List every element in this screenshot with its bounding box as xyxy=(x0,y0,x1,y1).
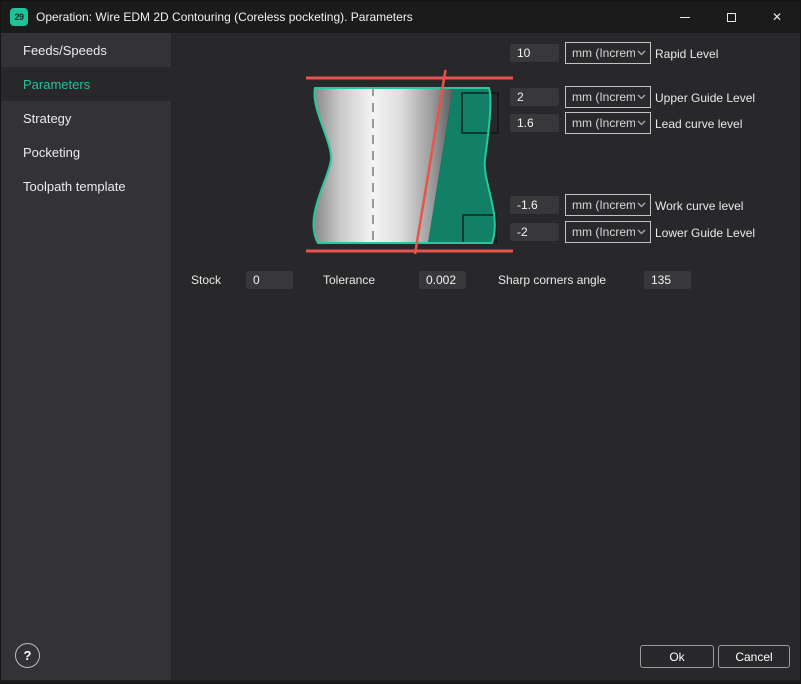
lead-curve-level-value-input[interactable] xyxy=(510,114,559,132)
work-curve-level-label: Work curve level xyxy=(655,199,743,213)
work-curve-level-unit-select[interactable]: mm (Increm xyxy=(565,194,651,216)
close-icon: ✕ xyxy=(772,10,782,24)
rapid-level-label: Rapid Level xyxy=(655,47,718,61)
lower-guide-level-unit-select[interactable]: mm (Increm xyxy=(565,221,651,243)
lower-guide-level-label: Lower Guide Level xyxy=(655,226,755,240)
lead-curve-level-unit-select[interactable]: mm (Increm xyxy=(565,112,651,134)
chevron-down-icon xyxy=(637,229,646,235)
sharp-corners-angle-input[interactable] xyxy=(644,271,691,289)
upper-guide-level-unit-select[interactable]: mm (Increm xyxy=(565,86,651,108)
chevron-down-icon xyxy=(637,94,646,100)
app-logo-icon: 29 xyxy=(10,8,28,26)
window-bottom-border xyxy=(1,680,800,684)
rapid-level-value-input[interactable] xyxy=(510,44,559,62)
stock-label: Stock xyxy=(191,273,221,287)
window-title: Operation: Wire EDM 2D Contouring (Corel… xyxy=(36,10,413,24)
operation-parameters-dialog: 29 Operation: Wire EDM 2D Contouring (Co… xyxy=(0,0,801,684)
maximize-icon xyxy=(727,13,736,22)
maximize-button[interactable] xyxy=(708,1,754,33)
rapid-level-unit-value: mm (Increm xyxy=(572,46,635,60)
sidebar-item-parameters[interactable]: Parameters xyxy=(1,67,171,101)
lead-curve-level-unit-value: mm (Increm xyxy=(572,116,635,130)
part-diagram xyxy=(296,61,521,261)
title-bar: 29 Operation: Wire EDM 2D Contouring (Co… xyxy=(1,1,800,33)
sidebar: Feeds/Speeds Parameters Strategy Pocketi… xyxy=(1,33,171,680)
tolerance-label: Tolerance xyxy=(323,273,375,287)
sidebar-item-strategy[interactable]: Strategy xyxy=(1,101,171,135)
minimize-button[interactable] xyxy=(662,1,708,33)
close-button[interactable]: ✕ xyxy=(754,1,800,33)
help-button[interactable]: ? xyxy=(15,643,40,668)
rapid-level-unit-select[interactable]: mm (Increm xyxy=(565,42,651,64)
chevron-down-icon xyxy=(637,50,646,56)
ok-button[interactable]: Ok xyxy=(640,645,714,668)
sidebar-item-pocketing[interactable]: Pocketing xyxy=(1,135,171,169)
cancel-button[interactable]: Cancel xyxy=(718,645,790,668)
tolerance-input[interactable] xyxy=(419,271,466,289)
sidebar-item-toolpath-template[interactable]: Toolpath template xyxy=(1,169,171,203)
work-curve-level-value-input[interactable] xyxy=(510,196,559,214)
chevron-down-icon xyxy=(637,120,646,126)
sidebar-item-feeds-speeds[interactable]: Feeds/Speeds xyxy=(1,33,171,67)
minimize-icon xyxy=(680,17,690,18)
lower-guide-level-value-input[interactable] xyxy=(510,223,559,241)
lead-curve-level-label: Lead curve level xyxy=(655,117,742,131)
chevron-down-icon xyxy=(637,202,646,208)
upper-guide-level-value-input[interactable] xyxy=(510,88,559,106)
upper-guide-level-unit-value: mm (Increm xyxy=(572,90,635,104)
question-mark-icon: ? xyxy=(24,648,32,663)
stock-input[interactable] xyxy=(246,271,293,289)
upper-guide-level-label: Upper Guide Level xyxy=(655,91,755,105)
sharp-corners-angle-label: Sharp corners angle xyxy=(498,273,606,287)
lower-guide-level-unit-value: mm (Increm xyxy=(572,225,635,239)
work-curve-level-unit-value: mm (Increm xyxy=(572,198,635,212)
